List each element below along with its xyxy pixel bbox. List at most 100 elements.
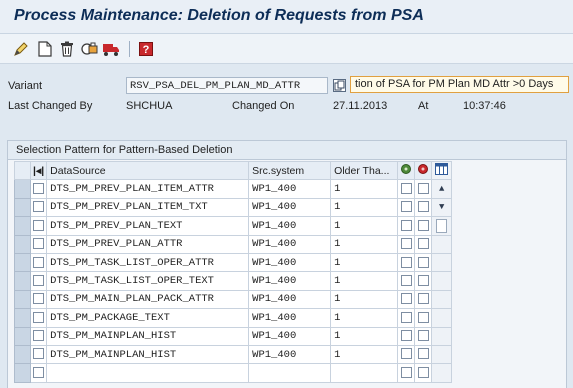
delete-checkbox[interactable] xyxy=(397,308,416,328)
delete-checkbox[interactable] xyxy=(397,252,416,273)
error-pattern-icon[interactable] xyxy=(414,160,433,181)
row-checkbox[interactable] xyxy=(29,179,48,199)
src-system-cell[interactable]: WP1_400 xyxy=(248,252,332,273)
datasource-cell[interactable]: DTS_PM_PREV_PLAN_ITEM_TXT xyxy=(46,197,250,218)
datasource-cell[interactable] xyxy=(46,363,250,383)
delete-checkbox[interactable] xyxy=(397,271,416,291)
error-checkbox[interactable] xyxy=(414,363,433,383)
scroll-up-button[interactable]: ▲ xyxy=(431,179,453,199)
src-system-cell[interactable]: WP1_400 xyxy=(248,179,332,199)
copy-print-icon[interactable] xyxy=(80,40,98,58)
datasource-cell[interactable]: DTS_PM_TASK_LIST_OPER_TEXT xyxy=(46,271,250,291)
datasource-cell[interactable]: DTS_PM_TASK_LIST_OPER_ATTR xyxy=(46,252,250,273)
datasource-cell[interactable]: DTS_PM_PREV_PLAN_ITEM_ATTR xyxy=(46,179,250,199)
scroll-down-button[interactable]: ▼ xyxy=(431,197,453,218)
row-selector[interactable] xyxy=(14,344,31,365)
error-checkbox[interactable] xyxy=(414,344,433,365)
error-checkbox[interactable] xyxy=(414,326,433,346)
table-settings-icon[interactable] xyxy=(431,160,453,181)
copy-icon[interactable] xyxy=(333,79,346,92)
row-selector[interactable] xyxy=(14,252,31,273)
row-checkbox[interactable] xyxy=(29,252,48,273)
error-checkbox[interactable] xyxy=(414,252,433,273)
scrollbar-thumb[interactable] xyxy=(431,216,453,236)
transport-icon[interactable] xyxy=(102,40,120,58)
error-checkbox[interactable] xyxy=(414,216,433,236)
row-selector[interactable] xyxy=(14,308,31,328)
table-row[interactable]: DTS_PM_PREV_PLAN_ATTR WP1_400 1 xyxy=(14,234,453,254)
error-checkbox[interactable] xyxy=(414,234,433,254)
src-system-cell[interactable]: WP1_400 xyxy=(248,216,332,236)
table-row[interactable]: DTS_PM_MAINPLAN_HIST WP1_400 1 xyxy=(14,326,453,346)
row-selector[interactable] xyxy=(14,289,31,310)
src-system-cell[interactable]: WP1_400 xyxy=(248,344,332,365)
pencil-icon[interactable] xyxy=(12,40,30,58)
table-row[interactable]: DTS_PM_PREV_PLAN_ITEM_TXT WP1_400 1 ▼ xyxy=(14,197,453,218)
datasource-cell[interactable]: DTS_PM_MAIN_PLAN_PACK_ATTR xyxy=(46,289,250,310)
row-selector[interactable] xyxy=(14,197,31,218)
older-than-cell[interactable]: 1 xyxy=(330,308,399,328)
src-system-cell[interactable]: WP1_400 xyxy=(248,197,332,218)
delete-checkbox[interactable] xyxy=(397,344,416,365)
variant-field[interactable]: RSV_PSA_DEL_PM_PLAN_MD_ATTR xyxy=(126,77,328,94)
scrollbar-track[interactable] xyxy=(431,363,453,383)
row-selector[interactable] xyxy=(14,234,31,254)
row-checkbox[interactable] xyxy=(29,234,48,254)
row-checkbox[interactable] xyxy=(29,216,48,236)
error-checkbox[interactable] xyxy=(414,289,433,310)
older-than-cell[interactable]: 1 xyxy=(330,252,399,273)
row-checkbox[interactable] xyxy=(29,308,48,328)
table-row[interactable] xyxy=(14,363,453,383)
row-selector[interactable] xyxy=(14,216,31,236)
older-than-cell[interactable]: 1 xyxy=(330,216,399,236)
table-row[interactable]: DTS_PM_MAIN_PLAN_PACK_ATTR WP1_400 1 xyxy=(14,289,453,310)
older-than-cell[interactable]: 1 xyxy=(330,197,399,218)
datasource-cell[interactable]: DTS_PM_MAINPLAN_HIST xyxy=(46,344,250,365)
error-checkbox[interactable] xyxy=(414,308,433,328)
datasource-cell[interactable]: DTS_PM_PACKAGE_TEXT xyxy=(46,308,250,328)
src-system-cell[interactable] xyxy=(248,363,332,383)
datasource-cell[interactable]: DTS_PM_PREV_PLAN_ATTR xyxy=(46,234,250,254)
scrollbar-track[interactable] xyxy=(431,234,453,254)
datasource-cell[interactable]: DTS_PM_MAINPLAN_HIST xyxy=(46,326,250,346)
scrollbar-track[interactable] xyxy=(431,252,453,273)
src-system-cell[interactable]: WP1_400 xyxy=(248,289,332,310)
delete-checkbox[interactable] xyxy=(397,197,416,218)
older-than-cell[interactable]: 1 xyxy=(330,344,399,365)
row-selector[interactable] xyxy=(14,179,31,199)
delete-icon[interactable] xyxy=(58,40,76,58)
older-than-cell[interactable]: 1 xyxy=(330,271,399,291)
column-select-icon[interactable]: |◂| xyxy=(29,160,48,181)
scrollbar-track[interactable] xyxy=(431,326,453,346)
error-checkbox[interactable] xyxy=(414,179,433,199)
row-checkbox[interactable] xyxy=(29,363,48,383)
table-row[interactable]: DTS_PM_PACKAGE_TEXT WP1_400 1 xyxy=(14,308,453,328)
row-checkbox[interactable] xyxy=(29,289,48,310)
src-system-cell[interactable]: WP1_400 xyxy=(248,308,332,328)
table-row[interactable]: DTS_PM_MAINPLAN_HIST WP1_400 1 xyxy=(14,344,453,365)
row-checkbox[interactable] xyxy=(29,326,48,346)
scrollbar-track[interactable] xyxy=(431,289,453,310)
older-than-cell[interactable]: 1 xyxy=(330,234,399,254)
row-checkbox[interactable] xyxy=(29,271,48,291)
row-checkbox[interactable] xyxy=(29,197,48,218)
delete-checkbox[interactable] xyxy=(397,216,416,236)
delete-checkbox[interactable] xyxy=(397,234,416,254)
row-checkbox[interactable] xyxy=(29,344,48,365)
variant-description-field[interactable]: tion of PSA for PM Plan MD Attr >0 Days xyxy=(350,76,569,93)
src-system-cell[interactable]: WP1_400 xyxy=(248,271,332,291)
error-checkbox[interactable] xyxy=(414,197,433,218)
table-row[interactable]: DTS_PM_TASK_LIST_OPER_ATTR WP1_400 1 xyxy=(14,252,453,273)
delete-checkbox[interactable] xyxy=(397,289,416,310)
delete-checkbox[interactable] xyxy=(397,326,416,346)
delete-checkbox[interactable] xyxy=(397,363,416,383)
scrollbar-track[interactable] xyxy=(431,271,453,291)
older-than-cell[interactable]: 1 xyxy=(330,289,399,310)
help-icon[interactable]: ? xyxy=(137,40,155,58)
datasource-cell[interactable]: DTS_PM_PREV_PLAN_TEXT xyxy=(46,216,250,236)
row-selector[interactable] xyxy=(14,326,31,346)
error-checkbox[interactable] xyxy=(414,271,433,291)
row-selector[interactable] xyxy=(14,363,31,383)
table-row[interactable]: DTS_PM_PREV_PLAN_TEXT WP1_400 1 xyxy=(14,216,453,236)
older-than-cell[interactable]: 1 xyxy=(330,326,399,346)
